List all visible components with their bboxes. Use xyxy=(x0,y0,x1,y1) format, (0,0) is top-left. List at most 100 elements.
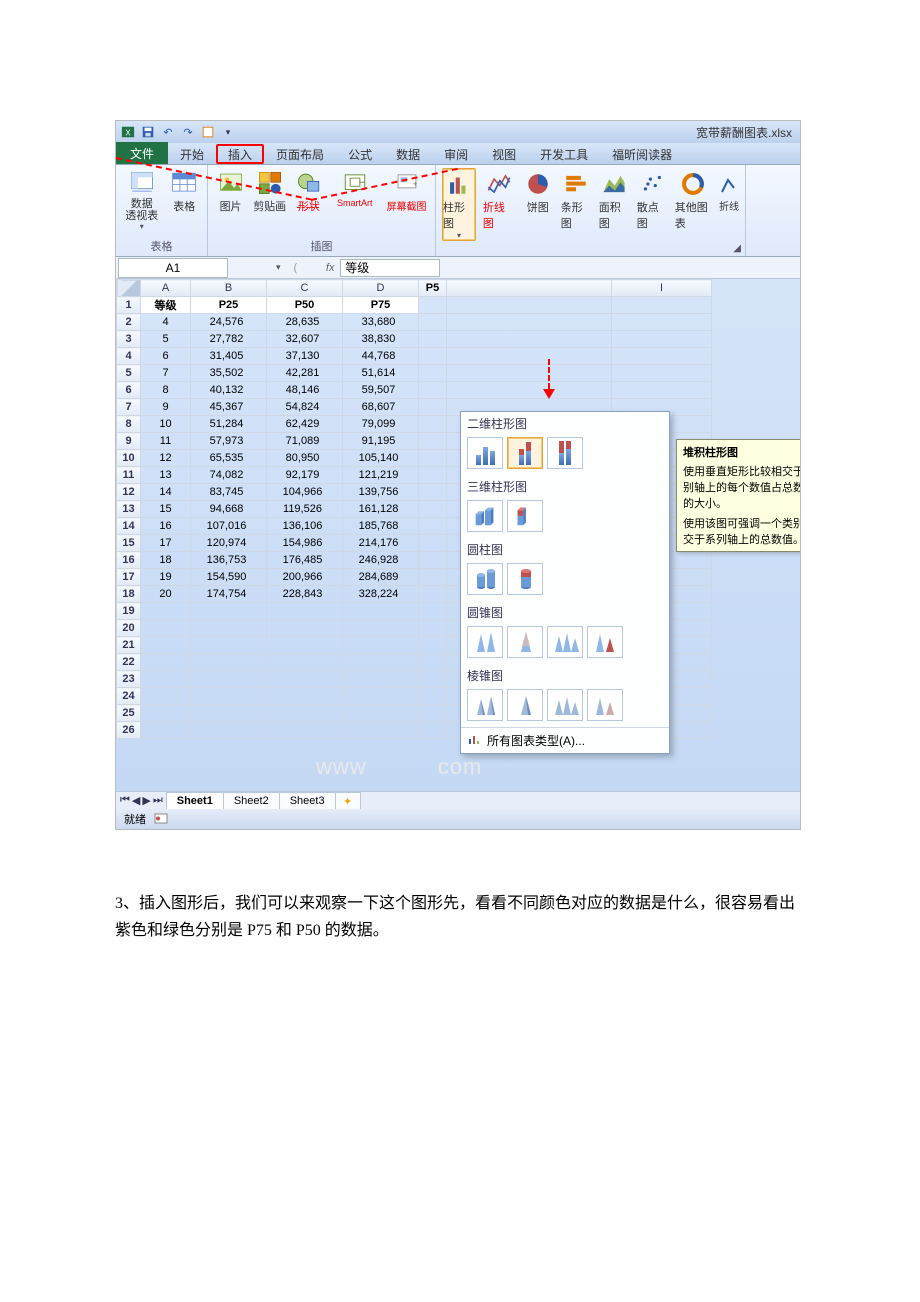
cell[interactable] xyxy=(191,671,267,688)
cell[interactable]: 68,607 xyxy=(343,399,419,416)
cell[interactable] xyxy=(612,331,712,348)
fx-icon[interactable]: fx xyxy=(320,262,340,274)
cell[interactable]: 35,502 xyxy=(191,365,267,382)
col-header-I[interactable]: I xyxy=(612,280,712,297)
cell[interactable]: 57,973 xyxy=(191,433,267,450)
cell[interactable]: 71,089 xyxy=(267,433,343,450)
chart-option-cylinder-1[interactable] xyxy=(467,563,503,595)
cell[interactable] xyxy=(419,654,447,671)
cell[interactable] xyxy=(612,297,712,314)
macro-record-icon[interactable] xyxy=(154,811,168,828)
cell[interactable] xyxy=(419,433,447,450)
row-header[interactable]: 14 xyxy=(117,518,141,535)
col-header-E[interactable]: P5 xyxy=(419,280,447,297)
area-chart-button[interactable]: 面积图 xyxy=(598,168,630,232)
tab-layout[interactable]: 页面布局 xyxy=(264,144,336,164)
tab-home[interactable]: 开始 xyxy=(168,144,216,164)
row-header[interactable]: 11 xyxy=(117,467,141,484)
cell[interactable]: 185,768 xyxy=(343,518,419,535)
row-header[interactable]: 10 xyxy=(117,450,141,467)
cell[interactable]: 51,284 xyxy=(191,416,267,433)
cell[interactable]: 121,219 xyxy=(343,467,419,484)
row-header[interactable]: 4 xyxy=(117,348,141,365)
cell[interactable]: 79,099 xyxy=(343,416,419,433)
cell[interactable] xyxy=(343,705,419,722)
cell[interactable]: 136,106 xyxy=(267,518,343,535)
cell[interactable] xyxy=(141,620,191,637)
qat-extra-icon[interactable] xyxy=(200,124,216,140)
all-chart-types-item[interactable]: 所有图表类型(A)... xyxy=(461,727,669,753)
dialog-launcher-icon[interactable]: ◢ xyxy=(733,243,741,254)
cell[interactable] xyxy=(419,518,447,535)
cell[interactable]: 246,928 xyxy=(343,552,419,569)
cell[interactable]: 94,668 xyxy=(191,501,267,518)
new-sheet-tab[interactable]: ✦ xyxy=(335,792,361,809)
tab-dev[interactable]: 开发工具 xyxy=(528,144,600,164)
cell[interactable] xyxy=(191,620,267,637)
cell[interactable] xyxy=(141,705,191,722)
cell[interactable] xyxy=(419,688,447,705)
tab-formula[interactable]: 公式 xyxy=(336,144,384,164)
next-sheet-icon[interactable]: ▶ xyxy=(142,794,150,807)
cell[interactable]: 119,526 xyxy=(267,501,343,518)
cell[interactable] xyxy=(419,467,447,484)
tab-insert[interactable]: 插入 xyxy=(216,144,264,164)
cell[interactable]: 40,132 xyxy=(191,382,267,399)
shapes-button[interactable]: 形状 xyxy=(292,168,325,214)
row-header[interactable]: 16 xyxy=(117,552,141,569)
cell[interactable] xyxy=(419,586,447,603)
picture-button[interactable]: 图片 xyxy=(214,168,247,214)
cell[interactable]: 17 xyxy=(141,535,191,552)
cell[interactable] xyxy=(141,671,191,688)
cell[interactable]: 7 xyxy=(141,365,191,382)
cell[interactable] xyxy=(419,552,447,569)
cell[interactable] xyxy=(419,620,447,637)
col-header-gap[interactable] xyxy=(447,280,612,297)
tab-foxit[interactable]: 福昕阅读器 xyxy=(600,144,684,164)
cell[interactable] xyxy=(419,722,447,739)
cell[interactable] xyxy=(419,348,447,365)
cell[interactable]: 28,635 xyxy=(267,314,343,331)
cell[interactable] xyxy=(419,671,447,688)
row-header[interactable]: 22 xyxy=(117,654,141,671)
cell[interactable]: 54,824 xyxy=(267,399,343,416)
cell[interactable]: 139,756 xyxy=(343,484,419,501)
cell[interactable]: 80,950 xyxy=(267,450,343,467)
cell[interactable] xyxy=(447,365,612,382)
chart-option-cone-3[interactable] xyxy=(547,626,583,658)
row-header[interactable]: 7 xyxy=(117,399,141,416)
cell[interactable] xyxy=(419,637,447,654)
chart-option-cone-2[interactable] xyxy=(507,626,543,658)
name-box[interactable]: A1 xyxy=(118,258,228,278)
combo-hint-button[interactable]: 折线 xyxy=(719,168,739,213)
row-header[interactable]: 13 xyxy=(117,501,141,518)
cell[interactable] xyxy=(267,603,343,620)
cell[interactable] xyxy=(141,654,191,671)
cancel-icon[interactable]: ( xyxy=(294,262,298,274)
cell[interactable]: 11 xyxy=(141,433,191,450)
cell[interactable] xyxy=(447,314,612,331)
cell[interactable]: 8 xyxy=(141,382,191,399)
cell[interactable]: 13 xyxy=(141,467,191,484)
cell[interactable] xyxy=(191,705,267,722)
chart-option-stacked-column[interactable] xyxy=(507,437,543,469)
cell[interactable] xyxy=(343,603,419,620)
cell[interactable] xyxy=(141,603,191,620)
formula-input[interactable]: 等级 xyxy=(340,259,440,277)
cell[interactable] xyxy=(447,297,612,314)
bar-chart-button[interactable]: 条形图 xyxy=(560,168,592,232)
cell[interactable]: 等级 xyxy=(141,297,191,314)
qat-dropdown-icon[interactable]: ▾ xyxy=(220,124,236,140)
redo-icon[interactable]: ↷ xyxy=(180,124,196,140)
cell[interactable]: 284,689 xyxy=(343,569,419,586)
cell[interactable] xyxy=(612,348,712,365)
cell[interactable]: 37,130 xyxy=(267,348,343,365)
cell[interactable]: P75 xyxy=(343,297,419,314)
scatter-chart-button[interactable]: 散点图 xyxy=(636,168,668,232)
col-header-C[interactable]: C xyxy=(267,280,343,297)
cell[interactable] xyxy=(419,382,447,399)
row-header[interactable]: 19 xyxy=(117,603,141,620)
row-header[interactable]: 15 xyxy=(117,535,141,552)
tab-view[interactable]: 视图 xyxy=(480,144,528,164)
cell[interactable]: 42,281 xyxy=(267,365,343,382)
